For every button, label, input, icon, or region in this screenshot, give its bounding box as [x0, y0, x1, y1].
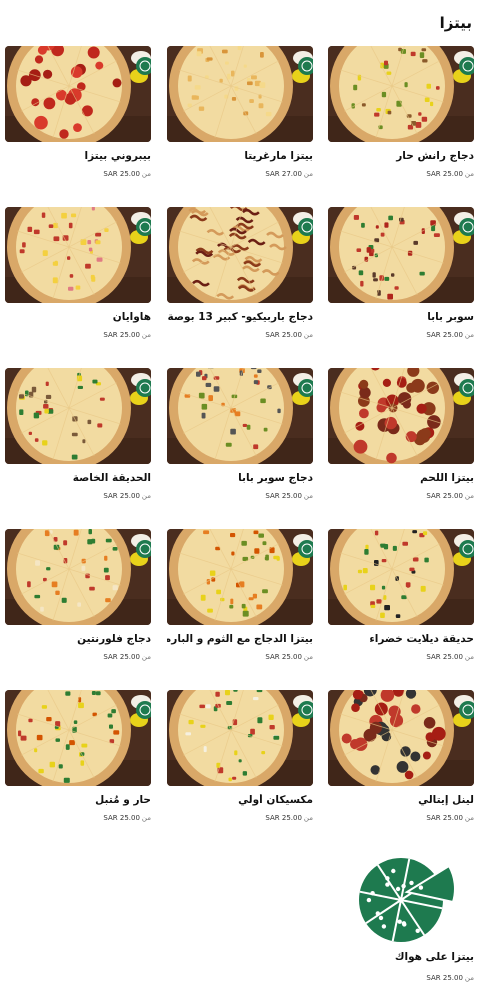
product-image[interactable]: [167, 368, 313, 464]
product-price: من25.00 SAR: [103, 331, 151, 339]
product-image[interactable]: [328, 529, 474, 625]
product-name: هاوايان: [112, 311, 151, 323]
product-price: من25.00 SAR: [426, 170, 474, 178]
product-card[interactable]: حار و مُتبل من25.00 SAR: [5, 690, 151, 842]
pizza-slices-icon: [359, 858, 456, 942]
product-price: من25.00 SAR: [426, 331, 474, 339]
product-grid: دجاج رانش حار من25.00 SAR بيتزا مارغريتا من…: [0, 0, 478, 1000]
product-price: من25.00 SAR: [426, 814, 474, 822]
product-name: دجاج رانش حار: [396, 150, 474, 162]
product-name: بيبروني بيتزا: [84, 150, 151, 162]
product-card[interactable]: مكسيكان أولي من25.00 SAR: [167, 690, 313, 842]
product-price: من25.00 SAR: [426, 492, 474, 500]
product-card[interactable]: حديقة ديلايت خضراء من25.00 SAR: [328, 529, 474, 681]
product-card[interactable]: الحديقة الخاصة من25.00 SAR: [5, 368, 151, 520]
product-image[interactable]: [5, 46, 151, 142]
product-name: مكسيكان أولي: [238, 794, 313, 806]
product-price: من25.00 SAR: [103, 653, 151, 661]
product-image[interactable]: [5, 690, 151, 786]
product-image[interactable]: [328, 46, 474, 142]
product-price: من25.00 SAR: [426, 653, 474, 661]
product-image[interactable]: [5, 368, 151, 464]
product-image[interactable]: [167, 529, 313, 625]
product-name: بيتزا مارغريتا: [244, 150, 313, 162]
product-card[interactable]: سوبر بابا من25.00 SAR: [328, 207, 474, 359]
product-name: الحديقة الخاصة: [72, 472, 151, 484]
product-card[interactable]: دجاج فلورنتين من25.00 SAR: [5, 529, 151, 681]
product-name: حديقة ديلايت خضراء: [369, 633, 474, 645]
product-price: من25.00 SAR: [426, 974, 474, 982]
product-name: بيتزا اللحم: [420, 472, 474, 484]
product-name: بيتزا الدجاج مع الثوم و البارميزان: [167, 633, 313, 645]
product-card[interactable]: هاوايان من25.00 SAR: [5, 207, 151, 359]
product-card[interactable]: دجاج رانش حار من25.00 SAR: [328, 46, 474, 198]
product-price: من25.00 SAR: [103, 492, 151, 500]
product-card[interactable]: بيتزا الدجاج مع الثوم و البارميزان من25.0…: [167, 529, 313, 681]
product-card[interactable]: دجاج سوبر بابا من25.00 SAR: [167, 368, 313, 520]
product-image[interactable]: [167, 207, 313, 303]
product-name: لينل إيتالي: [418, 794, 474, 806]
product-image[interactable]: [328, 690, 474, 786]
product-name: حار و مُتبل: [95, 794, 151, 806]
product-price: من25.00 SAR: [265, 814, 313, 822]
product-card-build-your-own[interactable]: بيتزا على هواك من25.00 SAR: [328, 856, 474, 998]
product-image[interactable]: [167, 690, 313, 786]
product-price: من27.00 SAR: [265, 170, 313, 178]
product-name: دجاج سوبر بابا: [238, 472, 313, 484]
product-image[interactable]: [328, 207, 474, 303]
product-image[interactable]: [5, 529, 151, 625]
product-price: من25.00 SAR: [265, 653, 313, 661]
product-card[interactable]: بيتزا اللحم من25.00 SAR: [328, 368, 474, 520]
product-price: من25.00 SAR: [265, 492, 313, 500]
product-card[interactable]: دجاج باربيكيو- كبير 13 بوصة من25.00 SAR: [167, 207, 313, 359]
product-name: دجاج باربيكيو- كبير 13 بوصة: [167, 311, 313, 323]
product-name: بيتزا على هواك: [394, 951, 474, 963]
product-image[interactable]: [328, 368, 474, 464]
product-card[interactable]: بيبروني بيتزا من25.00 SAR: [5, 46, 151, 198]
product-price: من25.00 SAR: [103, 170, 151, 178]
product-image[interactable]: [5, 207, 151, 303]
product-name: سوبر بابا: [427, 311, 474, 323]
product-price: من25.00 SAR: [103, 814, 151, 822]
product-image[interactable]: [167, 46, 313, 142]
product-card[interactable]: لينل إيتالي من25.00 SAR: [328, 690, 474, 842]
product-name: دجاج فلورنتين: [77, 633, 151, 645]
product-card[interactable]: بيتزا مارغريتا من27.00 SAR: [167, 46, 313, 198]
product-price: من25.00 SAR: [265, 331, 313, 339]
